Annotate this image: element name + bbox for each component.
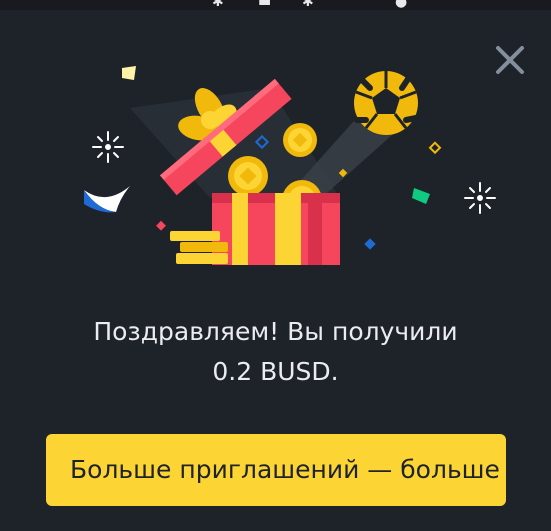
background-glyph: ● — [395, 0, 408, 10]
background-glyph: ▬ — [258, 0, 272, 10]
soccer-ball-icon — [354, 71, 419, 135]
coin-icon — [283, 123, 317, 157]
background-glyph: ✱ — [302, 0, 314, 10]
gift-box-icon — [212, 193, 340, 265]
message-line-1: Поздравляем! Вы получили — [93, 317, 458, 346]
coin-stack-icon — [170, 231, 228, 264]
gift-illustration — [84, 66, 496, 265]
sparkle-icon — [92, 131, 124, 163]
message-line-2: 0.2 BUSD. — [212, 357, 339, 386]
reward-modal: Поздравляем! Вы получили 0.2 BUSD. Больш… — [0, 10, 551, 531]
background-glyph: ✱ — [212, 0, 224, 10]
screen: ✱ ▬ ✱ ● Поздравляем! Вы получили 0.2 BUS… — [0, 0, 551, 531]
invite-more-button[interactable]: Больше приглашений — больше наград — [46, 434, 506, 506]
invite-more-button-label: Больше приглашений — больше наград — [70, 455, 506, 484]
congratulations-message: Поздравляем! Вы получили 0.2 BUSD. — [30, 312, 521, 392]
sparkle-icon — [464, 182, 496, 214]
background-page-strip: ✱ ▬ ✱ ● — [0, 0, 551, 10]
coin-icon — [228, 156, 268, 196]
